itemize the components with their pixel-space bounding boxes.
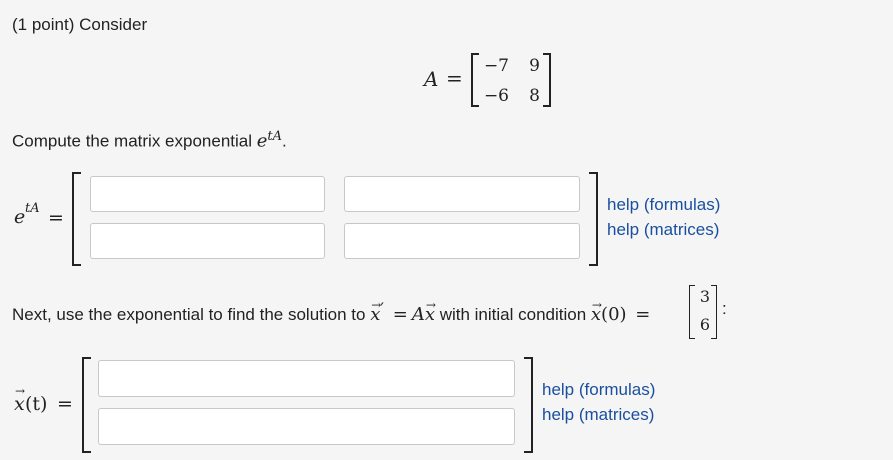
matrix-a-cell: 9: [529, 56, 540, 76]
matrix-a-cell: −7: [483, 56, 509, 76]
exp-lhs-base: e: [14, 206, 26, 228]
matrix-a-equals: =: [446, 66, 463, 90]
matrix-a-right-bracket: [543, 53, 551, 107]
init-arg: (0): [601, 304, 627, 325]
init-right-bracket: [711, 285, 717, 339]
sol-left-bracket: [82, 357, 91, 453]
sol-lhs-x-vector: → x: [14, 384, 26, 415]
compute-period: .: [282, 131, 287, 151]
vector-arrow: → x: [370, 298, 382, 325]
exp-left-bracket: [72, 172, 81, 266]
help-formulas-link-2[interactable]: help (formulas): [542, 380, 655, 400]
init-vector-entry: 6: [699, 315, 710, 334]
ode-x-vector: → x: [370, 298, 382, 325]
help-matrices-link[interactable]: help (matrices): [607, 220, 719, 240]
sol-entry-2[interactable]: [98, 408, 515, 445]
exp-entry-2-2[interactable]: [344, 223, 580, 259]
help-formulas-link[interactable]: help (formulas): [607, 195, 720, 215]
ode-rhs-x-vector: → x: [424, 298, 436, 325]
sol-entry-1[interactable]: [98, 360, 515, 397]
next-text: Next, use the exponential to find the so…: [12, 305, 371, 324]
next-instruction: Next, use the exponential to find the so…: [12, 298, 651, 325]
exp-entry-1-2[interactable]: [344, 176, 580, 212]
exp-entry-1-1[interactable]: [90, 176, 325, 212]
ode-equals: =: [392, 304, 408, 325]
init-vector-entry: 3: [699, 287, 710, 306]
init-colon: :: [722, 299, 727, 318]
matrix-a-left-bracket: [471, 53, 479, 107]
exp-equals: =: [48, 207, 64, 229]
problem-header: (1 point) Consider: [12, 15, 148, 34]
compute-text: Compute the matrix exponential: [12, 131, 257, 151]
sol-lhs-arg: (t): [25, 393, 48, 415]
init-x-vector: → x: [590, 298, 602, 325]
exp-entry-2-1[interactable]: [90, 223, 325, 259]
init-equals: =: [635, 304, 651, 325]
matrix-a-label: A: [424, 67, 439, 91]
init-left-bracket: [689, 285, 695, 339]
compute-exp-sup: tA: [267, 129, 283, 144]
ode-a: A: [411, 304, 425, 325]
exp-lhs-sup: tA: [25, 201, 40, 216]
compute-instruction: Compute the matrix exponential etA.: [12, 127, 287, 152]
matrix-a-cell: −6: [483, 86, 509, 106]
next-middle-text: with initial condition: [434, 305, 591, 324]
sol-right-bracket: [524, 357, 533, 453]
help-matrices-link-2[interactable]: help (matrices): [542, 405, 654, 425]
compute-exp-base: e: [256, 130, 268, 152]
matrix-a-cell: 8: [529, 86, 540, 106]
exp-right-bracket: [589, 172, 598, 266]
sol-equals: =: [57, 393, 73, 415]
